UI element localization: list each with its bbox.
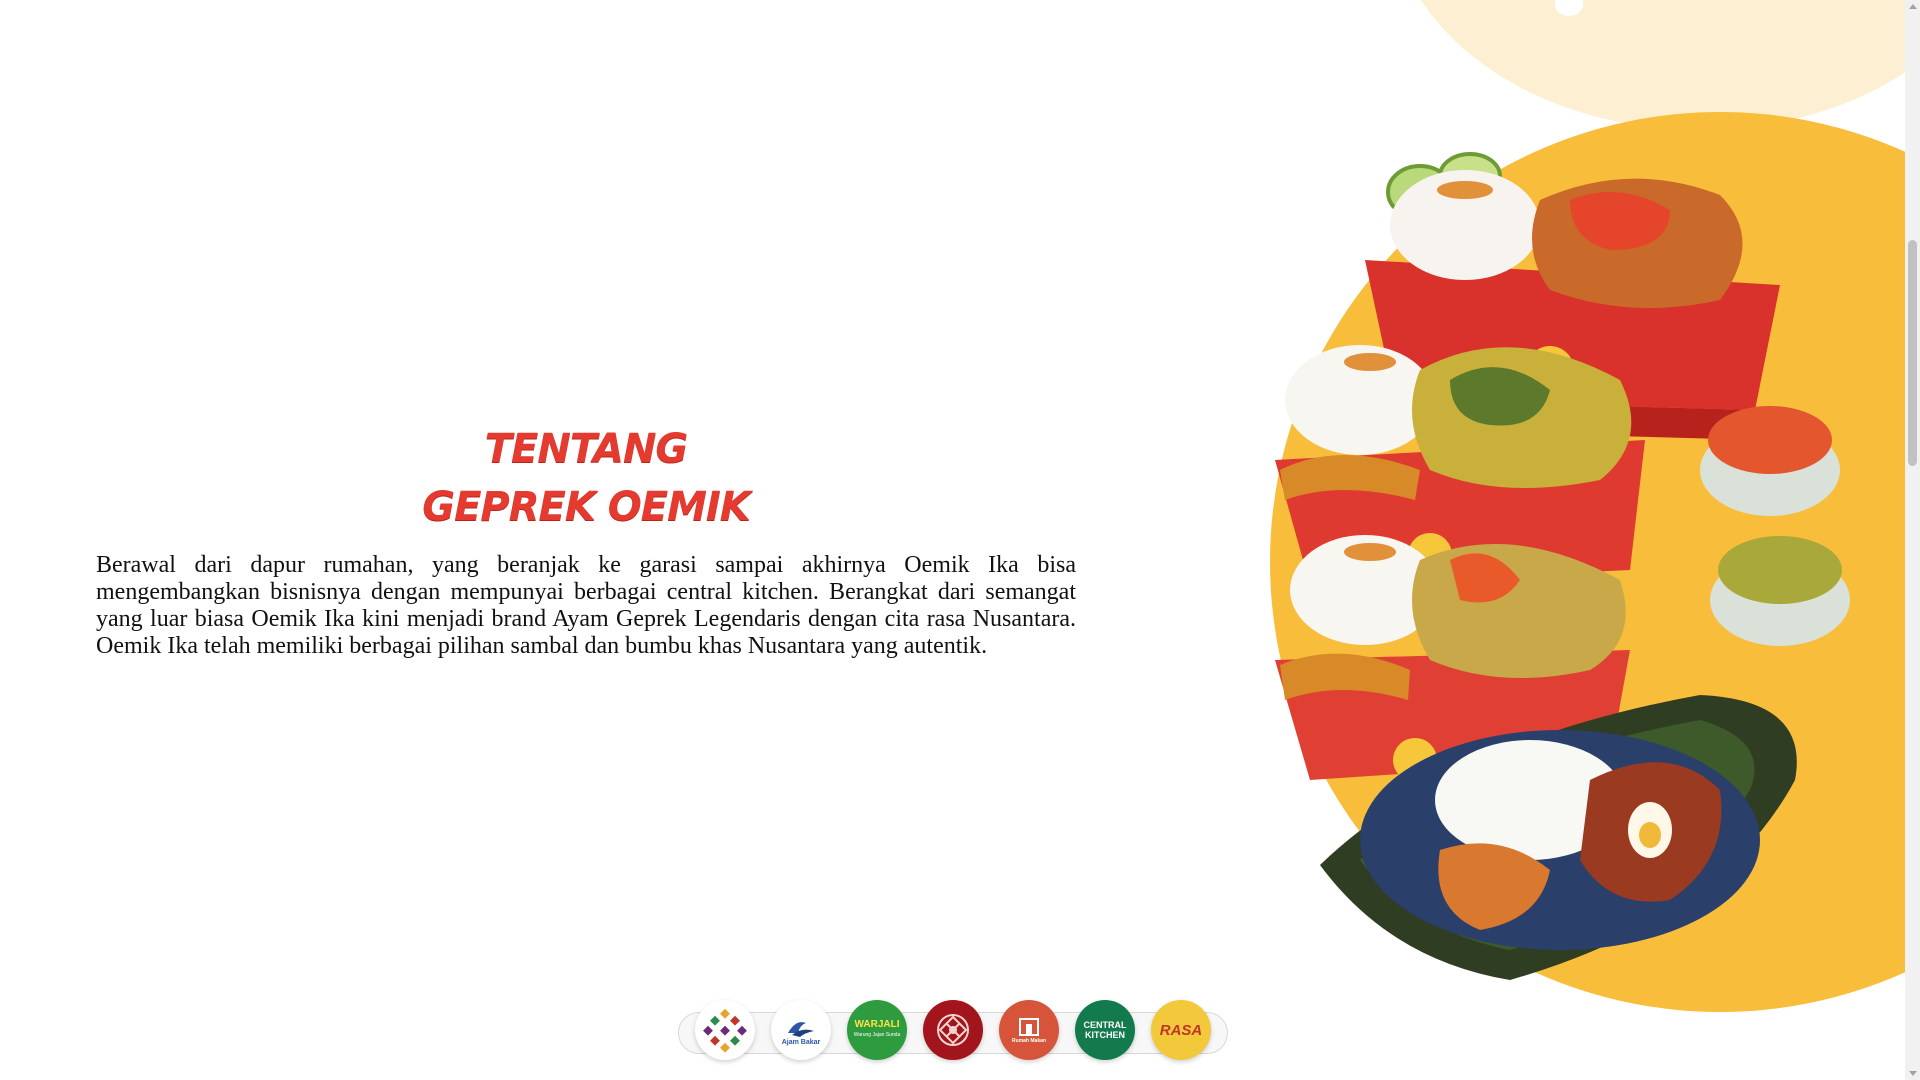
about-description: Berawal dari dapur rumahan, yang beranja… (96, 552, 1076, 659)
about-title-line1: Tentang (484, 426, 689, 472)
scrollbar-thumb[interactable] (1908, 240, 1917, 466)
brand-logo-list: Ajam Bakar WARJALI Warung Jajan Sunda Ru… (695, 1000, 1211, 1060)
rasa-label: RASA (1159, 1021, 1203, 1039)
ajam-bakar-label: Ajam Bakar (781, 1038, 821, 1046)
page: Tentang Geprek Oemik Berawal dari dapur … (0, 0, 1905, 1080)
scroll-up-arrow-icon[interactable] (1909, 4, 1917, 9)
mosaic-brand-logo[interactable] (695, 1000, 755, 1060)
house-brand-logo[interactable]: Rumah Makan (999, 1000, 1059, 1060)
mosaic-icon (703, 1008, 747, 1053)
brand-logo-bar: Ajam Bakar WARJALI Warung Jajan Sunda Ru… (678, 1000, 1228, 1060)
central-kitchen-label: CENTRAL KITCHEN (1083, 1020, 1127, 1040)
about-section: Tentang Geprek Oemik Berawal dari dapur … (96, 420, 1076, 660)
wave-icon (788, 1021, 814, 1037)
central-kitchen-logo[interactable]: CENTRAL KITCHEN (1075, 1000, 1135, 1060)
house-brand-label: Rumah Makan (1012, 1038, 1046, 1044)
about-title-line2: Geprek Oemik (422, 484, 751, 530)
ornament-icon (937, 1014, 969, 1046)
warjali-logo[interactable]: WARJALI Warung Jajan Sunda (847, 1000, 907, 1060)
house-icon (1019, 1018, 1039, 1036)
vertical-scrollbar[interactable] (1905, 0, 1920, 1080)
ornament-brand-logo[interactable] (923, 1000, 983, 1060)
cream-background-shape (1390, 0, 1905, 130)
scroll-down-arrow-icon[interactable] (1909, 1071, 1917, 1076)
warjali-sublabel: Warung Jajan Sunda (853, 1032, 901, 1038)
warjali-label: WARJALI (854, 1019, 900, 1030)
about-title: Tentang Geprek Oemik (96, 420, 1076, 536)
rasa-logo[interactable]: RASA (1151, 1000, 1211, 1060)
ajam-bakar-logo[interactable]: Ajam Bakar (771, 1000, 831, 1060)
food-boxes-illustration (1275, 152, 1850, 980)
